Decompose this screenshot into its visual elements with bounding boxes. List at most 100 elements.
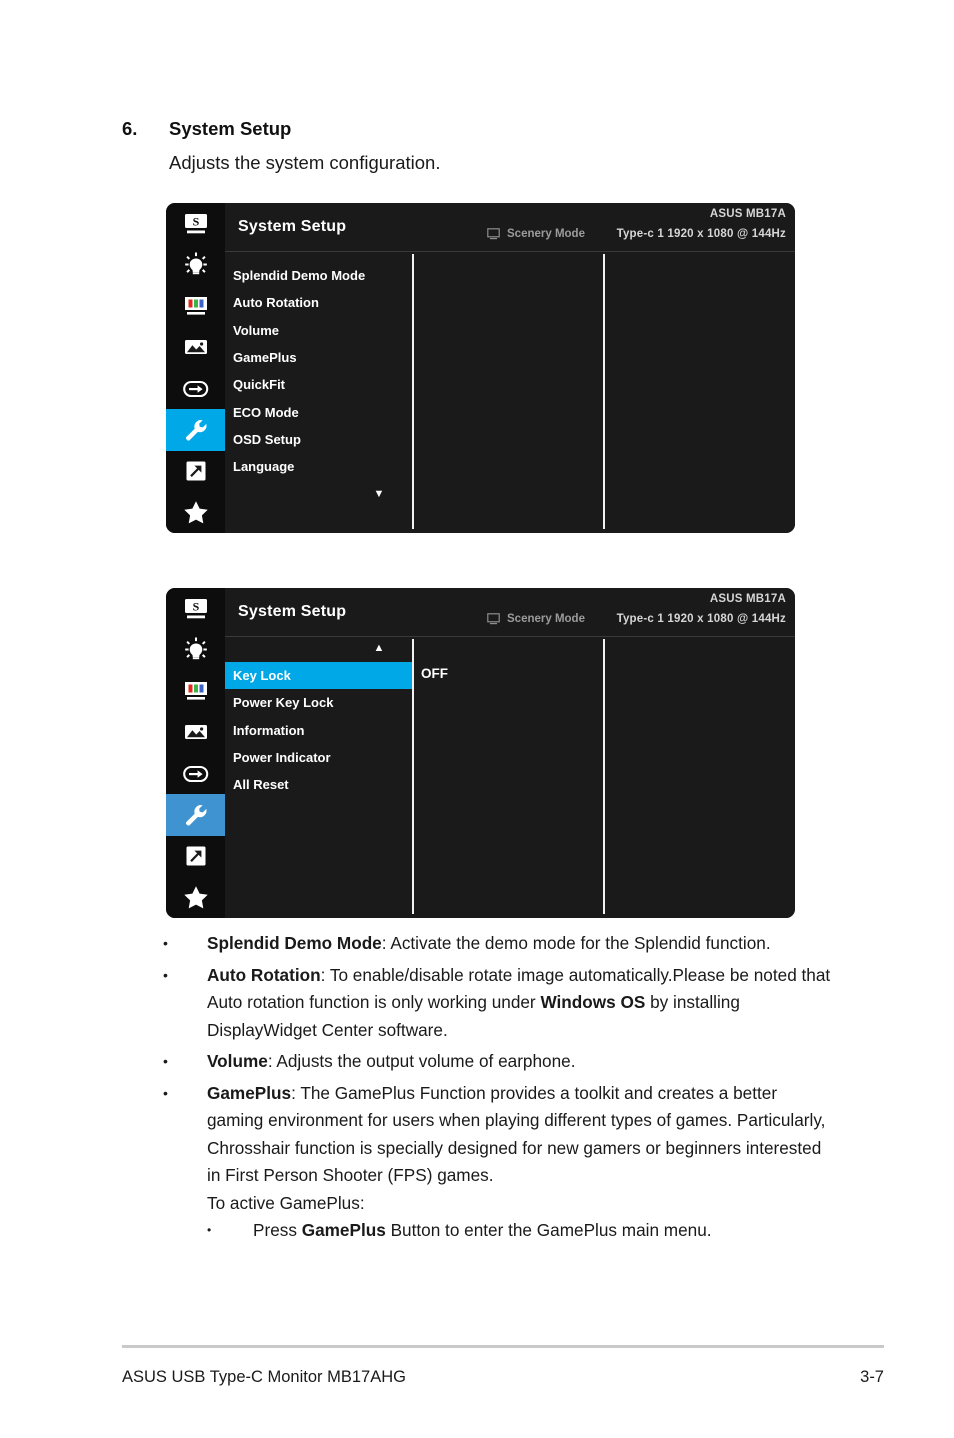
sidebar-item-color[interactable] bbox=[166, 671, 225, 712]
sidebar-item-splendid[interactable]: S bbox=[166, 203, 225, 244]
bullet-term: Splendid Demo Mode bbox=[207, 933, 382, 953]
bullet-list: • Splendid Demo Mode: Activate the demo … bbox=[163, 930, 835, 1245]
bullet-text: Splendid Demo Mode: Activate the demo mo… bbox=[207, 930, 835, 958]
footer-divider bbox=[122, 1345, 884, 1348]
sidebar-item-system-setup[interactable] bbox=[166, 409, 225, 451]
osd-resolution: Type-c 1 1920 x 1080 @ 144Hz bbox=[616, 613, 786, 625]
bullet-body: : The GamePlus Function provides a toolk… bbox=[207, 1082, 826, 1186]
osd-menu-list: Key Lock Power Key Lock Information Powe… bbox=[225, 662, 412, 798]
osd-mode-label: Scenery Mode bbox=[507, 613, 585, 625]
osd-sidebar: S bbox=[166, 588, 225, 918]
osd-mode-label: Scenery Mode bbox=[507, 228, 585, 240]
sidebar-item-input-select[interactable] bbox=[166, 368, 225, 409]
osd-brand: ASUS MB17A bbox=[709, 208, 786, 220]
bullet-marker: • bbox=[207, 1223, 212, 1237]
osd-body: System Setup Scenery Mode ASUS MB17A Typ… bbox=[225, 588, 795, 918]
bullet-emphasis: Windows OS bbox=[540, 992, 646, 1012]
menu-item-language[interactable]: Language bbox=[225, 453, 412, 480]
bullet-marker: • bbox=[163, 935, 168, 951]
osd-header: System Setup Scenery Mode ASUS MB17A Typ… bbox=[225, 588, 795, 637]
shortcut-arrow-icon bbox=[183, 843, 209, 869]
menu-item-osd-setup[interactable]: OSD Setup bbox=[225, 426, 412, 453]
sub-instruction: To active GamePlus: bbox=[207, 1192, 365, 1213]
page-title: System Setup bbox=[169, 118, 292, 139]
bullet-term: Auto Rotation bbox=[207, 964, 321, 985]
bullet-marker: • bbox=[163, 1084, 168, 1101]
menu-item-key-lock[interactable]: Key Lock bbox=[225, 662, 412, 690]
menu-item-auto-rotation[interactable]: Auto Rotation bbox=[225, 289, 412, 316]
list-item-nested: • Press GamePlus Button to enter the Gam… bbox=[207, 1217, 835, 1245]
bullet-text: Volume: Adjusts the output volume of ear… bbox=[207, 1048, 835, 1076]
osd-columns: ▲ Key Lock Power Key Lock Information Po… bbox=[225, 637, 795, 918]
bullet-body: Press bbox=[253, 1220, 302, 1240]
sidebar-item-shortcut[interactable] bbox=[166, 451, 225, 492]
section-subtitle: Adjusts the system configuration. bbox=[169, 152, 441, 173]
osd-sidebar: S bbox=[166, 203, 225, 533]
menu-item-volume[interactable]: Volume bbox=[225, 317, 412, 344]
page-heading: 6. System Setup bbox=[122, 118, 882, 140]
wrench-icon bbox=[183, 802, 209, 828]
sidebar-item-color[interactable] bbox=[166, 286, 225, 327]
sidebar-item-eyecare[interactable] bbox=[166, 629, 225, 670]
star-icon bbox=[182, 884, 210, 910]
osd-brand: ASUS MB17A bbox=[709, 593, 786, 605]
sidebar-item-myfavorite[interactable] bbox=[166, 877, 225, 918]
sidebar-item-splendid[interactable]: S bbox=[166, 588, 225, 629]
menu-item-splendid-demo-mode[interactable]: Splendid Demo Mode bbox=[225, 262, 412, 289]
menu-item-gameplus[interactable]: GamePlus bbox=[225, 344, 412, 371]
menu-item-all-reset[interactable]: All Reset bbox=[225, 771, 412, 798]
sidebar-item-input-select[interactable] bbox=[166, 753, 225, 794]
osd-menu-system-setup-page1: S System Setup Scenery Mode ASUS MB17A T… bbox=[166, 203, 795, 533]
column-divider-1 bbox=[412, 254, 414, 529]
osd-columns: Splendid Demo Mode Auto Rotation Volume … bbox=[225, 252, 795, 533]
osd-title: System Setup bbox=[238, 218, 347, 235]
list-item: • Splendid Demo Mode: Activate the demo … bbox=[163, 930, 835, 958]
bullet-text: Press GamePlus Button to enter the GameP… bbox=[253, 1217, 712, 1245]
splendid-monitor-s-icon: S bbox=[181, 597, 211, 621]
color-bars-icon bbox=[181, 294, 211, 318]
bullet-text: GamePlus: The GamePlus Function provides… bbox=[207, 1080, 835, 1190]
sidebar-item-image[interactable] bbox=[166, 712, 225, 753]
menu-value-key-lock: OFF bbox=[421, 666, 448, 681]
scroll-up-arrow-icon[interactable]: ▲ bbox=[371, 643, 387, 654]
menu-item-information[interactable]: Information bbox=[225, 717, 412, 744]
bullet-term: Volume bbox=[207, 1051, 268, 1071]
osd-mode-indicator: Scenery Mode bbox=[487, 228, 585, 240]
menu-item-power-indicator[interactable]: Power Indicator bbox=[225, 744, 412, 771]
list-item: • Volume: Adjusts the output volume of e… bbox=[163, 1048, 835, 1076]
menu-item-power-key-lock[interactable]: Power Key Lock bbox=[225, 689, 412, 716]
monitor-icon bbox=[487, 228, 500, 240]
scroll-down-arrow-icon[interactable]: ▼ bbox=[371, 489, 387, 500]
monitor-icon bbox=[487, 613, 500, 625]
sidebar-item-image[interactable] bbox=[166, 327, 225, 368]
svg-text:S: S bbox=[192, 599, 199, 613]
bullet-marker: • bbox=[163, 1053, 168, 1069]
bullet-emphasis: GamePlus bbox=[301, 1220, 386, 1240]
color-bars-icon bbox=[181, 679, 211, 703]
bullet-body: : Adjusts the output volume of earphone. bbox=[267, 1051, 576, 1071]
column-divider-1 bbox=[412, 639, 414, 914]
shortcut-arrow-icon bbox=[183, 458, 209, 484]
column-divider-2 bbox=[603, 639, 605, 914]
star-icon bbox=[182, 499, 210, 525]
osd-header: System Setup Scenery Mode ASUS MB17A Typ… bbox=[225, 203, 795, 252]
wrench-icon bbox=[183, 417, 209, 443]
sidebar-item-shortcut[interactable] bbox=[166, 836, 225, 877]
menu-item-quickfit[interactable]: QuickFit bbox=[225, 371, 412, 398]
osd-menu-list: Splendid Demo Mode Auto Rotation Volume … bbox=[225, 262, 412, 480]
bullet-body: : Activate the demo mode for the Splendi… bbox=[381, 933, 771, 953]
splendid-monitor-s-icon: S bbox=[181, 212, 211, 236]
sidebar-item-eyecare[interactable] bbox=[166, 244, 225, 285]
input-select-icon bbox=[180, 378, 212, 400]
input-select-icon bbox=[180, 763, 212, 785]
footer-page-number: 3-7 bbox=[860, 1368, 884, 1386]
image-picture-icon bbox=[181, 336, 211, 358]
bullet-text: Auto Rotation: To enable/disable rotate … bbox=[207, 962, 835, 1045]
bullet-term: GamePlus bbox=[207, 1082, 292, 1103]
menu-item-eco-mode[interactable]: ECO Mode bbox=[225, 398, 412, 425]
sidebar-item-system-setup[interactable] bbox=[166, 794, 225, 836]
sidebar-item-myfavorite[interactable] bbox=[166, 492, 225, 533]
osd-menu-system-setup-page2: S System Setup Scenery Mode ASUS MB17A T… bbox=[166, 588, 795, 918]
list-item: • Auto Rotation: To enable/disable rotat… bbox=[163, 962, 835, 1045]
bullet-marker: • bbox=[163, 966, 168, 983]
